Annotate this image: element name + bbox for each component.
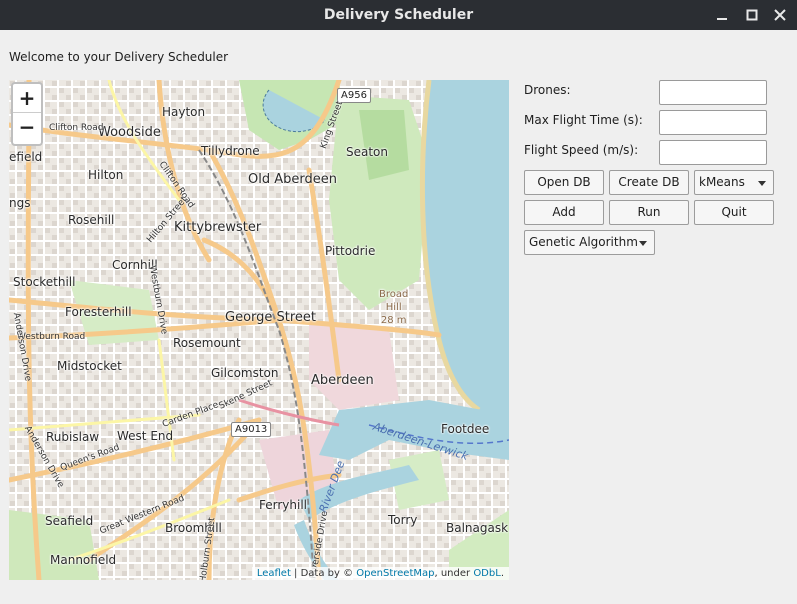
clustering-select[interactable]: kMeans bbox=[694, 170, 774, 195]
window-title: Delivery Scheduler bbox=[323, 7, 474, 23]
odbl-link[interactable]: ODbL bbox=[473, 568, 501, 579]
minimize-button[interactable] bbox=[712, 5, 732, 25]
map-place-label: Stockethill bbox=[13, 275, 76, 289]
map-place-label: Ferryhill bbox=[259, 498, 307, 512]
attribution-text: . bbox=[500, 568, 504, 579]
max-flight-time-input[interactable] bbox=[659, 110, 767, 135]
road-shield: A956 bbox=[337, 88, 371, 103]
map-place-label: Woodside bbox=[98, 125, 161, 140]
map-place-label: Footdee bbox=[441, 422, 490, 436]
map-place-label: Hilton bbox=[88, 168, 124, 182]
map-place-label: Aberdeen bbox=[311, 373, 374, 388]
map-hill-label: Broad Hill 28 m bbox=[379, 289, 409, 326]
title-bar: Delivery Scheduler bbox=[0, 0, 797, 30]
map-attribution: Leaflet | Data by © OpenStreetMap, under… bbox=[251, 567, 509, 580]
map-view[interactable]: + − A956 A9013 Hayton Woodside Clifton R… bbox=[9, 80, 509, 580]
map-place-label: Tillydrone bbox=[201, 144, 260, 158]
map-place-label: George Street bbox=[225, 310, 317, 325]
map-place-label: Hayton bbox=[162, 105, 206, 119]
road-shield: A9013 bbox=[231, 422, 272, 437]
map-road-label: Westburn Road bbox=[17, 332, 86, 342]
drones-label: Drones: bbox=[524, 83, 571, 97]
flight-speed-label: Flight Speed (m/s): bbox=[524, 143, 639, 157]
algorithm-select[interactable]: Genetic Algorithm bbox=[524, 230, 655, 255]
openstreetmap-link[interactable]: OpenStreetMap bbox=[356, 568, 434, 579]
welcome-text: Welcome to your Delivery Scheduler bbox=[9, 50, 229, 64]
close-button[interactable] bbox=[770, 5, 790, 25]
map-place-label: West End bbox=[117, 429, 174, 443]
map-place-label: efield bbox=[9, 150, 43, 164]
map-place-label: Rosemount bbox=[173, 336, 241, 350]
attribution-text: | Data by © bbox=[290, 568, 357, 579]
chevron-down-icon bbox=[639, 241, 647, 246]
attribution-text: , under bbox=[434, 568, 474, 579]
map-place-label: Foresterhill bbox=[65, 305, 132, 319]
open-db-button[interactable]: Open DB bbox=[524, 170, 604, 195]
maximize-icon bbox=[746, 9, 758, 21]
leaflet-link[interactable]: Leaflet bbox=[257, 568, 291, 579]
algorithm-select-value: Genetic Algorithm bbox=[529, 235, 638, 249]
map-place-label: Pittodrie bbox=[325, 244, 376, 258]
map-place-label: Mannofield bbox=[50, 553, 117, 567]
create-db-button[interactable]: Create DB bbox=[609, 170, 689, 195]
zoom-out-button[interactable]: − bbox=[13, 113, 41, 142]
minimize-icon bbox=[717, 18, 727, 20]
map-road-label: Clifton Road bbox=[49, 123, 104, 133]
close-icon bbox=[774, 9, 786, 21]
quit-button[interactable]: Quit bbox=[694, 200, 774, 225]
clustering-select-value: kMeans bbox=[699, 175, 745, 189]
map-place-label: Torry bbox=[388, 513, 418, 527]
add-button[interactable]: Add bbox=[524, 200, 604, 225]
map-place-label: Rosehill bbox=[68, 213, 115, 227]
map-place-label: Seaton bbox=[346, 145, 389, 159]
map-place-label: Midstocket bbox=[57, 359, 122, 373]
zoom-control: + − bbox=[11, 82, 43, 146]
chevron-down-icon bbox=[758, 181, 766, 186]
drones-input[interactable] bbox=[659, 80, 767, 105]
map-place-label: Kittybrewster bbox=[174, 220, 262, 235]
map-place-label: Old Aberdeen bbox=[248, 172, 337, 187]
maximize-button[interactable] bbox=[742, 5, 762, 25]
map-place-label: Rubislaw bbox=[46, 430, 100, 444]
map-place-label: Seafield bbox=[45, 514, 94, 528]
max-flight-time-label: Max Flight Time (s): bbox=[524, 113, 643, 127]
map-place-label: ngs bbox=[9, 196, 31, 210]
zoom-in-button[interactable]: + bbox=[13, 84, 41, 113]
map-place-label: Balnagask bbox=[446, 521, 509, 535]
run-button[interactable]: Run bbox=[609, 200, 689, 225]
flight-speed-input[interactable] bbox=[659, 140, 767, 165]
